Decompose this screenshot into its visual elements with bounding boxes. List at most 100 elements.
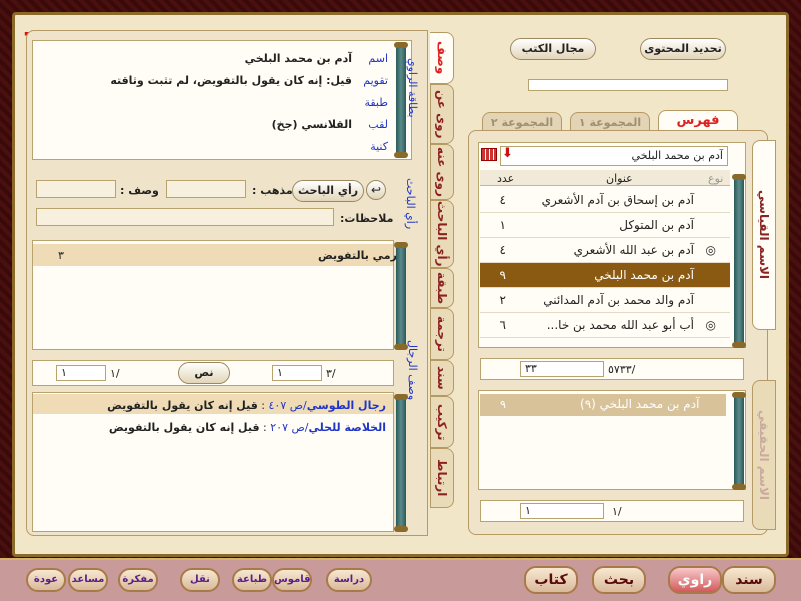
header-title: عنوان	[606, 172, 633, 185]
source-page: /ص ٤٠٧	[268, 399, 307, 412]
search-input[interactable]: آدم بن محمد البلخي	[500, 146, 728, 166]
researcher-side-label: رأي الباحث	[404, 178, 417, 230]
field-label: لقب	[368, 118, 388, 131]
row-mark: ◎	[705, 243, 716, 257]
bottom-big-button-3[interactable]: كتاب	[524, 566, 578, 594]
tab-side-2[interactable]: روى عنه	[430, 144, 454, 200]
bottom-small-button-3[interactable]: نقل	[180, 568, 220, 592]
description-rail	[394, 242, 408, 350]
counter-bottom-current[interactable]: ١	[520, 503, 604, 519]
description-count: ٣	[58, 249, 64, 262]
row-count: ٦	[499, 318, 506, 332]
narrator-card	[32, 40, 412, 160]
row-title: آدم بن المتوكل	[619, 218, 694, 232]
row-count: ٤	[499, 243, 506, 257]
source-sep: :	[259, 421, 271, 434]
tab-side-1[interactable]: روى عن	[430, 84, 454, 144]
table-row[interactable]: ◎ آدم بن عبد الله الأشعري ٤	[480, 238, 730, 263]
source-book[interactable]: الخلاصة للحلي	[309, 421, 386, 434]
row-title: آدم والد محمد بن آدم المدائني	[543, 293, 694, 307]
row-title: آدم بن إسحاق بن آدم الأشعري	[541, 193, 694, 207]
pager1-current[interactable]: ١	[272, 365, 322, 381]
notes-field[interactable]	[36, 208, 334, 226]
bottom-big-button-1[interactable]: راوي	[668, 566, 722, 594]
table-row[interactable]: آدم بن محمد البلخي ٩	[480, 263, 730, 288]
header-type: نوع	[708, 172, 724, 185]
row-title: أب أبو عبد الله محمد بن خا...	[546, 318, 694, 332]
description-text: رمي بالتفويض	[318, 249, 397, 262]
down-arrow-icon[interactable]: ⬇	[502, 146, 513, 161]
field-label: اسم	[368, 52, 388, 65]
row-count: ٤	[499, 193, 506, 207]
field-value: آدم بن محمد البلخي	[244, 52, 352, 65]
bottom-big-button-2[interactable]: بحث	[592, 566, 646, 594]
list-scrollbar[interactable]	[732, 174, 746, 348]
tab-side-3[interactable]: رأي الباحث	[430, 200, 454, 268]
tab-side-7[interactable]: تركيب	[430, 396, 454, 448]
table-header	[480, 170, 730, 186]
row-title: آدم بن عبد الله الأشعري	[573, 243, 694, 257]
pager1-total: /٣	[326, 367, 336, 380]
card-label: بطاقة الراوي	[406, 58, 419, 118]
text-button[interactable]: نص	[178, 362, 230, 384]
bottom-small-button-1[interactable]: قاموس	[272, 568, 312, 592]
update-content-button[interactable]: تحديد المحتوى	[640, 38, 726, 60]
description-side-label: وصف الرجال	[406, 340, 419, 401]
tab-side-6[interactable]: سند	[430, 360, 454, 396]
notes-label: ملاحظات:	[340, 212, 394, 225]
madhhab-label: مذهب :	[252, 184, 293, 197]
header-count: عدد	[497, 172, 515, 185]
source-book[interactable]: رجال الطوسي	[307, 399, 386, 412]
real-name-scrollbar[interactable]	[732, 392, 746, 490]
tab-side-4[interactable]: طبقة	[430, 268, 454, 308]
field-value: قيل: إنه كان يقول بالتفويض، لم تثبت وثاق…	[110, 74, 352, 87]
vertical-tab-strip: وصف روى عن روى عنه رأي الباحث طبقة ترجمة سند تر…	[430, 32, 454, 534]
row-count: ٢	[499, 293, 506, 307]
madhhab-field[interactable]	[166, 180, 246, 198]
table-row[interactable]: آدم والد محمد بن آدم المدائني ٢	[480, 288, 730, 313]
table-row[interactable]: آدم بن إسحاق بن آدم الأشعري ٤	[480, 188, 730, 213]
real-name-title: آدم بن محمد البلخي (٩)	[580, 397, 700, 411]
pager2-total: /١	[110, 367, 120, 380]
progress-field	[528, 79, 728, 91]
field-label: كنية	[370, 140, 388, 153]
sources-rail	[394, 394, 408, 532]
field-label: طبقة	[364, 96, 388, 109]
source-sep: :	[257, 399, 269, 412]
tab-side-0[interactable]: وصف	[430, 32, 454, 84]
card-rail	[394, 42, 408, 158]
counter-bottom-total: /١	[612, 505, 622, 518]
real-name-count: ٩	[500, 398, 506, 411]
wasf-label: وصف :	[120, 184, 159, 197]
row-title: آدم بن محمد البلخي	[594, 268, 694, 282]
researcher-opinion-button[interactable]: رأي الباحث	[292, 180, 364, 202]
table-row[interactable]: آدم بن المتوكل ١	[480, 213, 730, 238]
keyboard-icon[interactable]	[481, 148, 497, 161]
tab-side-5[interactable]: ترجمة	[430, 308, 454, 360]
back-arrow-icon[interactable]: ↩	[366, 180, 386, 200]
source-line: الخلاصة للحلي/ص ٢٠٧ : قيل إنه كان يقول ب…	[109, 421, 386, 434]
field-value: القلانسي (جخ)	[271, 118, 352, 131]
tab-side-8[interactable]: ارتباط	[430, 448, 454, 508]
tab-index[interactable]: فهرس	[658, 110, 738, 132]
row-mark: ◎	[705, 318, 716, 332]
side-tab-real-name[interactable]: الاسم الحقيقي	[752, 380, 776, 530]
books-scope-button[interactable]: مجال الكتب	[510, 38, 596, 60]
row-count: ٩	[499, 268, 506, 282]
wasf-field[interactable]	[36, 180, 116, 198]
bottom-small-button-6[interactable]: عودة	[26, 568, 66, 592]
counter-top-current[interactable]: ٣٣	[520, 361, 604, 377]
side-tab-standard-name[interactable]: الاسم القياسي	[752, 140, 776, 330]
pager2-current[interactable]: ١	[56, 365, 106, 381]
source-line: رجال الطوسي/ص ٤٠٧ : قيل إنه كان يقول بال…	[107, 399, 386, 412]
bottom-small-button-5[interactable]: مساعد	[68, 568, 108, 592]
table-row[interactable]: ◎ أب أبو عبد الله محمد بن خا... ٦	[480, 313, 730, 338]
row-count: ١	[499, 218, 506, 232]
field-label: تقويم	[363, 74, 388, 87]
source-page: /ص ٢٠٧	[270, 421, 309, 434]
counter-top-total: /٥٧٣٣	[608, 363, 636, 376]
bottom-small-button-4[interactable]: مفكرة	[118, 568, 158, 592]
bottom-small-button-0[interactable]: دراسة	[326, 568, 372, 592]
bottom-small-button-2[interactable]: طباعة	[232, 568, 272, 592]
bottom-big-button-0[interactable]: سند	[722, 566, 776, 594]
